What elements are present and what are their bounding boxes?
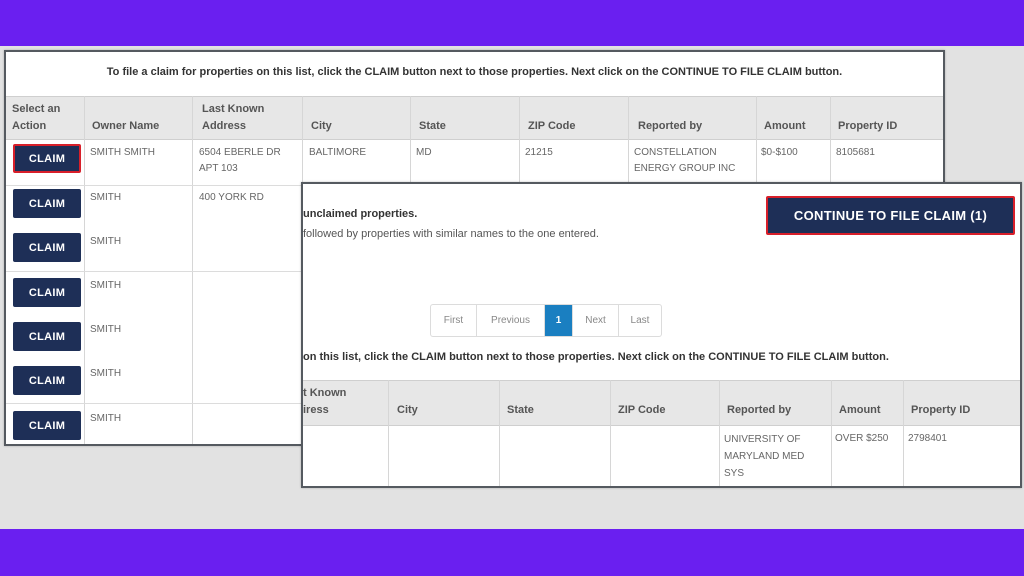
city-cell: BALTIMORE — [309, 147, 367, 158]
header-city: City — [397, 404, 418, 416]
results-message-bold: unclaimed properties. — [303, 208, 418, 220]
column-divider — [302, 96, 303, 186]
column-divider — [756, 96, 757, 186]
header-owner-name: Owner Name — [92, 120, 160, 132]
header-state: State — [419, 120, 446, 132]
claim-button[interactable]: CLAIM — [13, 189, 81, 218]
amount-cell: $0-$100 — [761, 147, 798, 158]
pagination: First Previous 1 Next Last — [430, 304, 662, 337]
owner-name-cell: SMITH SMITH — [90, 147, 155, 158]
column-divider — [719, 380, 720, 486]
zip-cell: 21215 — [525, 147, 553, 158]
pagination-first[interactable]: First — [431, 305, 477, 336]
bottom-purple-band — [0, 529, 1024, 576]
pagination-last[interactable]: Last — [619, 305, 661, 336]
header-property-id: Property ID — [838, 120, 898, 132]
claim-button[interactable]: CLAIM — [13, 278, 81, 307]
column-divider — [610, 380, 611, 486]
property-id-cell: 8105681 — [836, 147, 875, 158]
address-cell: 6504 EBERLE DR APT 103 — [199, 147, 281, 174]
header-zip-code: ZIP Code — [618, 404, 666, 416]
owner-name-cell: SMITH — [90, 280, 122, 291]
pagination-next[interactable]: Next — [573, 305, 619, 336]
header-city: City — [311, 120, 332, 132]
column-divider — [831, 380, 832, 486]
header-zip-code: ZIP Code — [528, 120, 576, 132]
header-reported-by: Reported by — [638, 120, 703, 132]
owner-name-cell: SMITH — [90, 368, 122, 379]
row-divider — [6, 271, 302, 272]
table-header: t Known iress City State ZIP Code Report… — [303, 380, 1020, 426]
state-cell: MD — [416, 147, 432, 158]
address-cell: 400 YORK RD — [199, 192, 264, 203]
top-purple-band — [0, 0, 1024, 46]
owner-name-cell: SMITH — [90, 413, 122, 424]
continue-to-file-claim-button[interactable]: CONTINUE TO FILE CLAIM (1) — [766, 196, 1015, 235]
header-property-id: Property ID — [911, 404, 971, 416]
pagination-previous[interactable]: Previous — [477, 305, 545, 336]
reported-by-cell: UNIVERSITY OF MARYLAND MED SYS — [724, 434, 805, 479]
owner-name-cell: SMITH — [90, 236, 122, 247]
column-divider — [519, 96, 520, 186]
claim-button[interactable]: CLAIM — [13, 411, 81, 440]
property-id-cell: 2798401 — [908, 433, 947, 444]
pagination-page-1[interactable]: 1 — [545, 305, 573, 336]
header-amount: Amount — [839, 404, 881, 416]
claim-button[interactable]: CLAIM — [13, 366, 81, 395]
header-action: Select an Action — [12, 103, 61, 132]
row-divider — [6, 403, 302, 404]
column-divider — [499, 380, 500, 486]
column-divider — [410, 96, 411, 186]
claim-button[interactable]: CLAIM — [13, 322, 81, 351]
claim-instructions: on this list, click the CLAIM button nex… — [303, 351, 889, 363]
header-last-known-address: t Known iress — [303, 387, 347, 416]
column-divider — [903, 380, 904, 486]
reported-by-cell: CONSTELLATION ENERGY GROUP INC — [634, 147, 736, 174]
column-divider — [628, 96, 629, 186]
claim-cart-panel: CONTINUE TO FILE CLAIM (1) unclaimed pro… — [301, 182, 1022, 488]
column-divider — [830, 96, 831, 186]
header-state: State — [507, 404, 534, 416]
row-divider — [6, 185, 302, 186]
table-header: Select an Action Owner Name Last Known A… — [6, 96, 943, 140]
owner-name-cell: SMITH — [90, 192, 122, 203]
header-reported-by: Reported by — [727, 404, 792, 416]
header-amount: Amount — [764, 120, 806, 132]
claim-instructions: To file a claim for properties on this l… — [106, 66, 843, 78]
header-last-known-address: Last Known Address — [202, 103, 265, 132]
column-divider — [388, 380, 389, 486]
claim-button[interactable]: CLAIM — [13, 233, 81, 262]
amount-cell: OVER $250 — [835, 433, 889, 444]
results-message: followed by properties with similar name… — [303, 228, 599, 240]
claim-button[interactable]: CLAIM — [13, 144, 81, 173]
owner-name-cell: SMITH — [90, 324, 122, 335]
